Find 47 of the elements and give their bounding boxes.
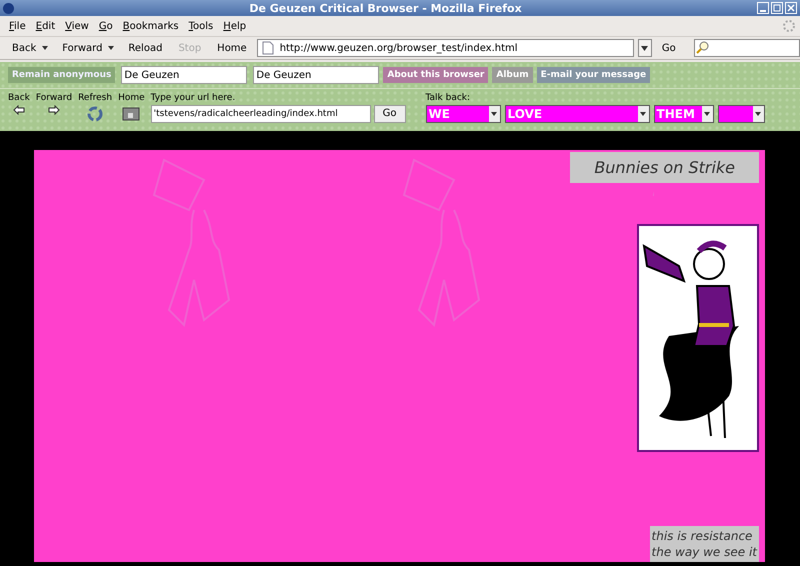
site-nav-button[interactable]: Refresh xyxy=(78,93,112,123)
site-nav-button[interactable]: Back xyxy=(8,93,30,115)
caret-icon xyxy=(491,112,498,116)
page-heading: Bunnies on Strike xyxy=(570,152,759,183)
search-icon xyxy=(694,41,711,55)
refresh-icon xyxy=(85,105,106,123)
text-field[interactable]: De Geuzen xyxy=(253,66,380,84)
dropdown-arrow-icon[interactable] xyxy=(42,46,48,50)
minimize-icon[interactable] xyxy=(757,2,769,14)
close-icon[interactable] xyxy=(785,2,797,14)
menu-item[interactable]: Bookmarks xyxy=(118,20,184,32)
window-title: De Geuzen Critical Browser - Mozilla Firefox xyxy=(248,2,523,14)
dropdown-button[interactable] xyxy=(638,39,652,57)
caret-icon xyxy=(641,46,648,50)
url-field[interactable]: 'tstevens/radicalcheerleading/index.html xyxy=(150,105,371,123)
folder-icon xyxy=(122,105,140,121)
text-field[interactable]: De Geuzen xyxy=(121,66,248,84)
maximize-icon[interactable] xyxy=(771,2,783,14)
site-nav-button[interactable]: Home xyxy=(118,93,145,121)
app-icon xyxy=(3,2,14,14)
caret-icon xyxy=(640,112,646,116)
caret-icon xyxy=(755,112,762,116)
menu-item[interactable]: File xyxy=(4,20,31,32)
caption-text: this is resistance the way we see it xyxy=(650,526,759,562)
menu-item[interactable]: Tools xyxy=(184,20,218,32)
right-arrow-icon xyxy=(48,105,60,115)
menu-item[interactable]: View xyxy=(60,20,94,32)
go-button[interactable]: Go xyxy=(374,105,406,123)
page-icon xyxy=(262,41,274,55)
talk-back-label: Talk back: xyxy=(426,93,472,103)
dropdown-arrow-icon[interactable] xyxy=(108,46,114,50)
toolbar-button[interactable]: Home xyxy=(211,42,253,54)
site-nav-button[interactable]: Forward xyxy=(36,93,72,115)
throbber-icon xyxy=(782,19,796,33)
menu-item[interactable]: Edit xyxy=(30,20,60,32)
address-field[interactable]: http://www.geuzen.org/browser_test/index.html xyxy=(256,39,634,57)
toolbar-button[interactable]: Back xyxy=(6,42,42,54)
search-field[interactable] xyxy=(694,39,800,57)
left-arrow-icon xyxy=(12,105,25,115)
go-button[interactable]: Go xyxy=(656,42,682,54)
toolbar-button[interactable]: Reload xyxy=(122,42,168,54)
menu-item[interactable]: Go xyxy=(94,20,118,32)
toolbar-button[interactable]: Forward xyxy=(56,42,108,54)
word-select[interactable] xyxy=(718,105,765,123)
menu-item[interactable]: Help xyxy=(218,20,252,32)
caret-icon xyxy=(704,112,710,116)
url-label: Type your url here. xyxy=(150,93,236,103)
